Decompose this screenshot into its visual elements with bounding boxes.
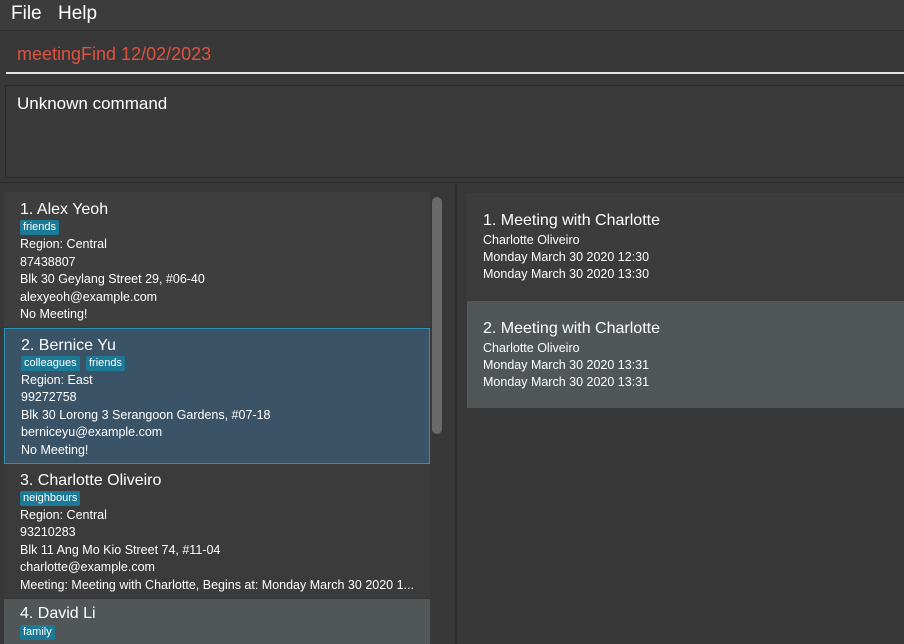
person-phone: 99272758 bbox=[21, 390, 77, 404]
meeting-start: Monday March 30 2020 12:30 bbox=[483, 250, 650, 264]
meeting-list[interactable]: 1. Meeting with Charlotte Charlotte Oliv… bbox=[467, 193, 904, 644]
tag-badge: friends bbox=[20, 220, 60, 235]
command-box[interactable]: meetingFind 12/02/2023 bbox=[0, 31, 904, 77]
person-meeting: No Meeting! bbox=[20, 307, 88, 321]
meeting-person: Charlotte Oliveiro bbox=[483, 233, 580, 247]
command-input[interactable]: meetingFind 12/02/2023 bbox=[17, 44, 211, 65]
result-display: Unknown command bbox=[5, 85, 904, 178]
menu-bar: File Help bbox=[0, 0, 904, 31]
person-address: Blk 30 Geylang Street 29, #06-40 bbox=[20, 272, 205, 286]
tag-badge: neighbours bbox=[20, 491, 81, 506]
person-name: 2. Bernice Yu bbox=[21, 337, 116, 354]
person-address: Blk 11 Ang Mo Kio Street 74, #11-04 bbox=[20, 543, 221, 557]
person-card[interactable]: 3. Charlotte Oliveiro neighbours Region:… bbox=[4, 464, 430, 598]
person-region: Region: East bbox=[21, 373, 93, 387]
person-card[interactable]: 4. David Li family bbox=[4, 599, 430, 644]
meeting-end: Monday March 30 2020 13:30 bbox=[483, 267, 650, 281]
meeting-card[interactable]: 1. Meeting with Charlotte Charlotte Oliv… bbox=[467, 193, 904, 300]
meeting-person: Charlotte Oliveiro bbox=[483, 341, 580, 355]
person-email: charlotte@example.com bbox=[20, 560, 155, 574]
person-email: alexyeoh@example.com bbox=[20, 290, 158, 304]
panel-divider-vertical[interactable] bbox=[455, 183, 457, 644]
result-text: Unknown command bbox=[17, 94, 168, 113]
person-name: 3. Charlotte Oliveiro bbox=[20, 472, 162, 489]
tag-badge: family bbox=[20, 625, 55, 640]
person-meeting: Meeting: Meeting with Charlotte, Begins … bbox=[20, 578, 414, 592]
person-phone: 93210283 bbox=[20, 525, 76, 539]
person-region: Region: Central bbox=[20, 508, 107, 522]
person-list[interactable]: 1. Alex Yeoh friends Region: Central 874… bbox=[4, 192, 430, 644]
tag-badge: friends bbox=[86, 356, 126, 371]
meeting-end: Monday March 30 2020 13:31 bbox=[483, 375, 650, 389]
meeting-card[interactable]: 2. Meeting with Charlotte Charlotte Oliv… bbox=[467, 301, 904, 408]
panel-divider-horizontal bbox=[0, 182, 904, 183]
person-card-selected[interactable]: 2. Bernice Yu colleagues friends Region:… bbox=[4, 328, 430, 464]
person-meeting: No Meeting! bbox=[21, 443, 89, 457]
person-name: 1. Alex Yeoh bbox=[20, 201, 109, 218]
tag-badge: colleagues bbox=[21, 356, 80, 371]
person-email: berniceyu@example.com bbox=[21, 425, 163, 439]
person-phone: 87438807 bbox=[20, 255, 76, 269]
menu-file[interactable]: File bbox=[11, 3, 42, 25]
menu-help[interactable]: Help bbox=[58, 3, 97, 25]
meeting-title: 1. Meeting with Charlotte bbox=[483, 212, 660, 229]
person-list-scrollbar[interactable] bbox=[432, 197, 442, 434]
command-input-underline bbox=[6, 72, 904, 74]
person-address: Blk 30 Lorong 3 Serangoon Gardens, #07-1… bbox=[21, 408, 271, 422]
meeting-start: Monday March 30 2020 13:31 bbox=[483, 358, 650, 372]
person-region: Region: Central bbox=[20, 237, 107, 251]
meeting-title: 2. Meeting with Charlotte bbox=[483, 320, 660, 337]
person-name: 4. David Li bbox=[20, 605, 96, 622]
person-card[interactable]: 1. Alex Yeoh friends Region: Central 874… bbox=[4, 192, 430, 327]
